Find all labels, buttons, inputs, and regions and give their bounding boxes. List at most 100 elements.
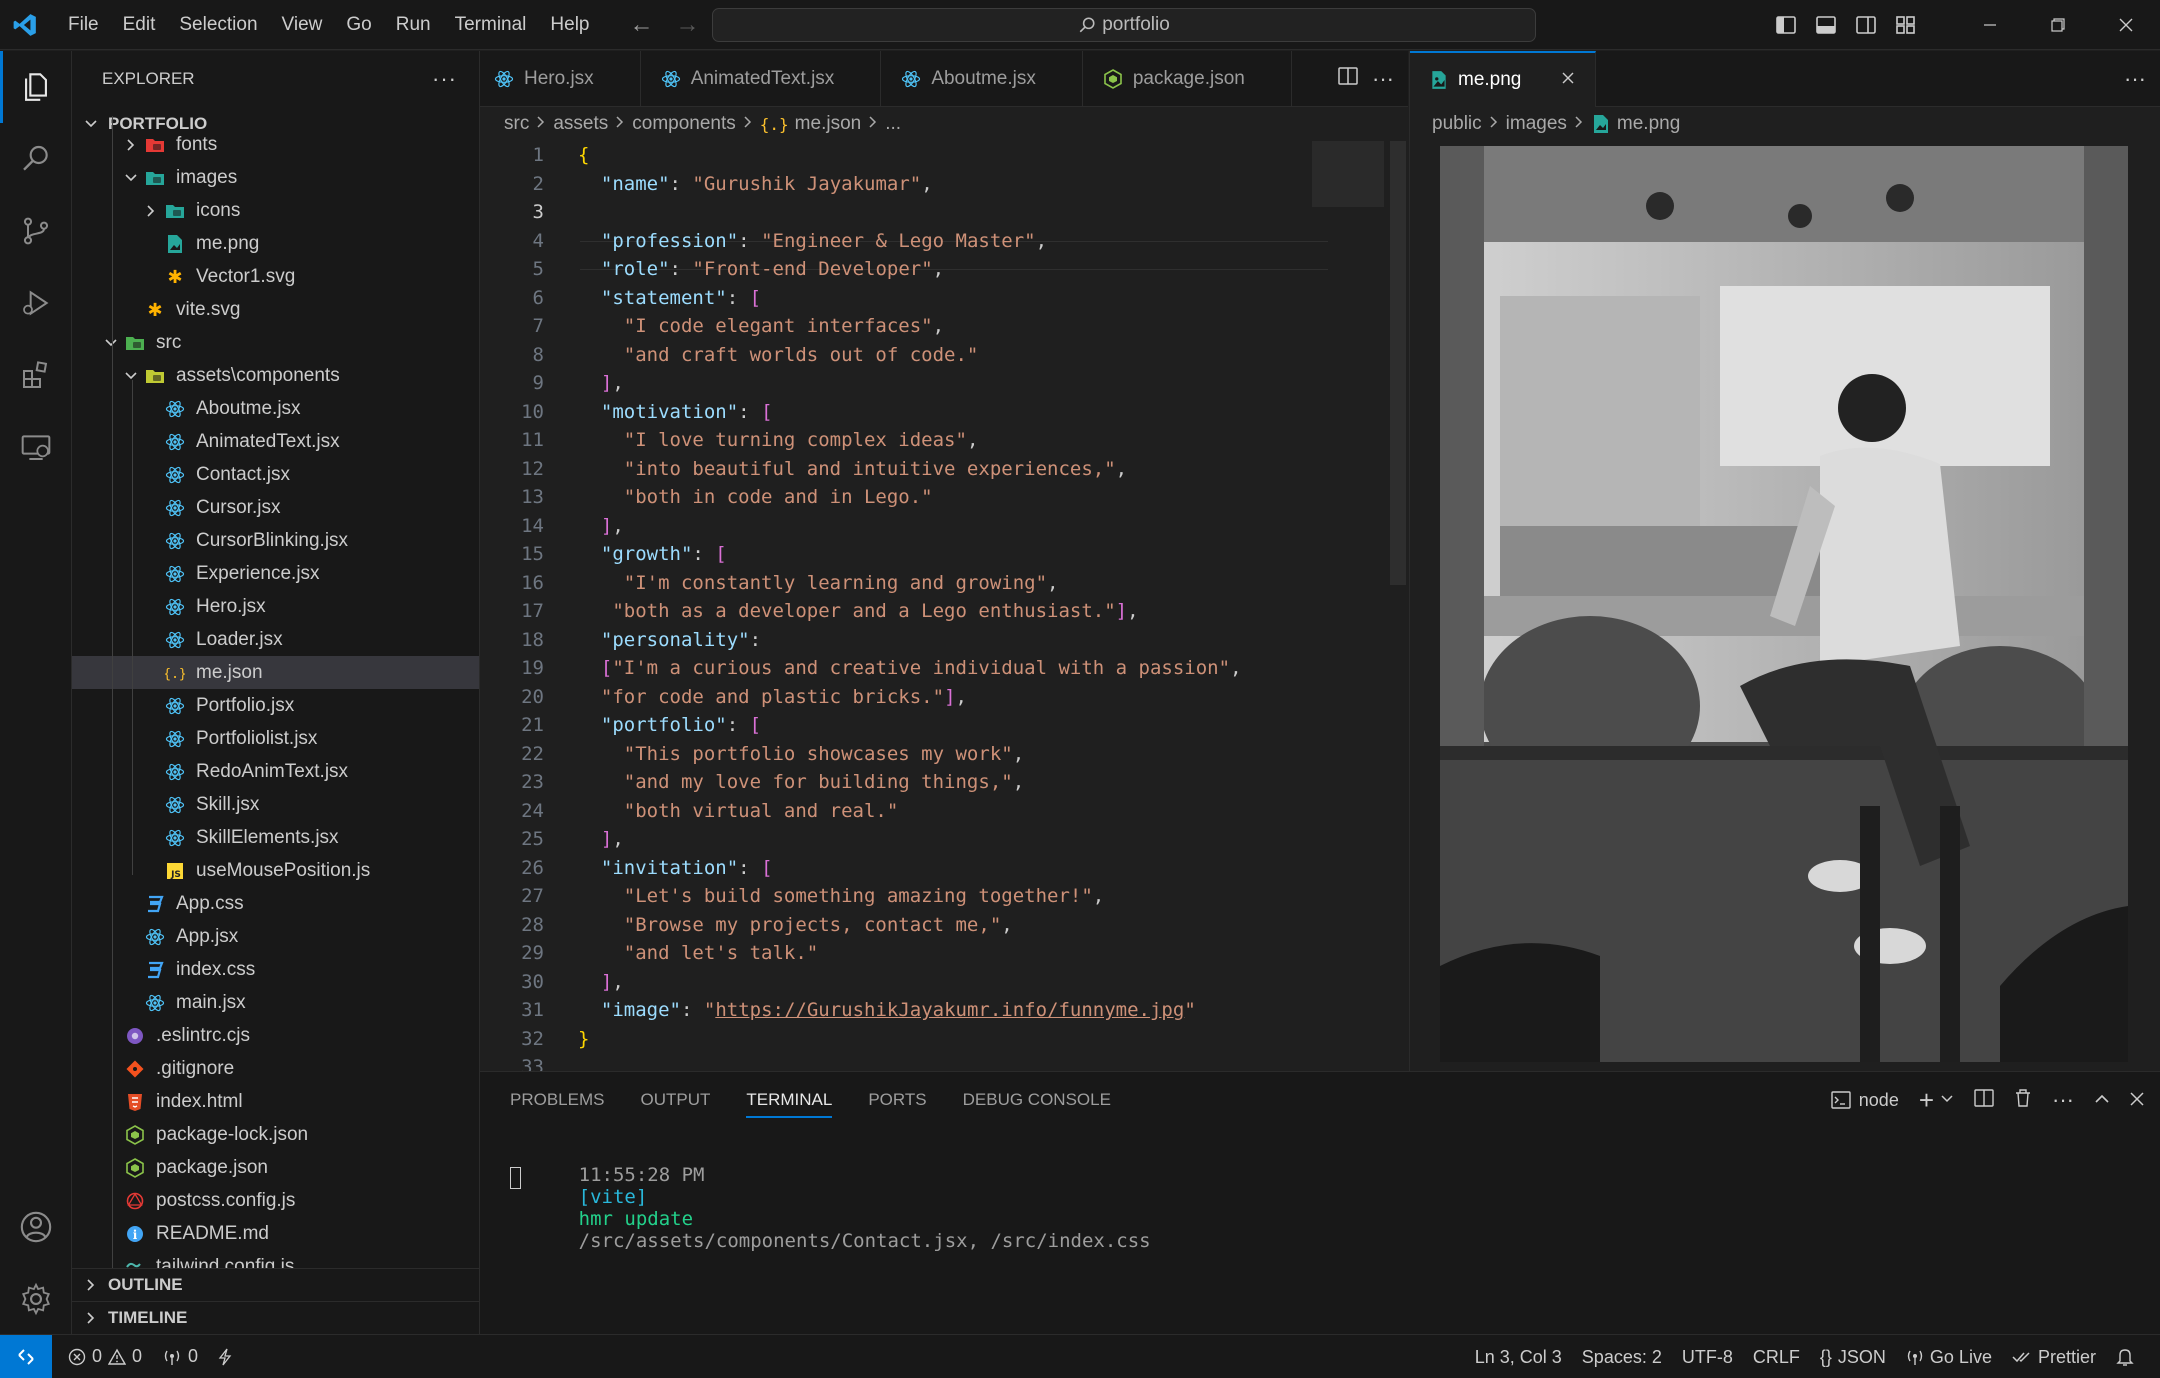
breadcrumb-item[interactable]: assets — [553, 113, 608, 135]
more-actions-icon[interactable]: ··· — [432, 66, 457, 92]
close-panel-icon[interactable] — [2130, 1090, 2144, 1111]
toggle-panel-icon[interactable] — [1806, 0, 1846, 50]
command-center-search[interactable]: portfolio — [712, 8, 1536, 42]
code-link[interactable]: https://GurushikJayakumr.info/funnyme.jp… — [715, 999, 1184, 1021]
menu-item-selection[interactable]: Selection — [167, 7, 269, 43]
close-tab-icon[interactable] — [1561, 69, 1575, 91]
maximize-panel-icon[interactable] — [2094, 1090, 2110, 1111]
toggle-primary-sidebar-icon[interactable] — [1766, 0, 1806, 50]
tree-file[interactable]: me.png — [72, 227, 479, 260]
chevron-down-icon[interactable] — [1940, 1090, 1954, 1111]
notifications-bell-icon[interactable] — [2106, 1347, 2144, 1367]
tab-animatedtext-jsx[interactable]: AnimatedText.jsx — [641, 51, 882, 107]
tab-package-json[interactable]: package.json — [1083, 51, 1292, 107]
menu-item-terminal[interactable]: Terminal — [443, 7, 539, 43]
editor-scrollbar[interactable] — [1390, 141, 1406, 585]
breadcrumb-item[interactable]: me.json — [795, 113, 862, 135]
restore-button[interactable] — [2024, 0, 2092, 50]
tree-folder[interactable]: src — [72, 326, 479, 359]
tree-file[interactable]: {.} me.json — [72, 656, 479, 689]
prettier-status[interactable]: Prettier — [2002, 1347, 2106, 1368]
split-terminal-icon[interactable] — [1974, 1088, 1994, 1112]
go-live-button[interactable]: Go Live — [1896, 1347, 2002, 1368]
panel-tab-terminal[interactable]: TERMINAL — [746, 1072, 832, 1128]
tree-folder[interactable]: images — [72, 161, 479, 194]
tree-file[interactable]: main.jsx — [72, 986, 479, 1019]
panel-tab-ports[interactable]: PORTS — [868, 1072, 926, 1128]
tree-file[interactable]: SkillElements.jsx — [72, 821, 479, 854]
tree-file[interactable]: Skill.jsx — [72, 788, 479, 821]
customize-layout-icon[interactable] — [1886, 0, 1926, 50]
toggle-secondary-sidebar-icon[interactable] — [1846, 0, 1886, 50]
menu-item-help[interactable]: Help — [538, 7, 601, 43]
split-editor-icon[interactable] — [1338, 67, 1358, 91]
timeline-section[interactable]: TIMELINE — [72, 1301, 479, 1334]
breadcrumb-item[interactable]: me.png — [1617, 113, 1680, 135]
tree-file[interactable]: CursorBlinking.jsx — [72, 524, 479, 557]
tree-file[interactable]: JS useMousePosition.js — [72, 854, 479, 887]
problems-status[interactable]: 0 0 — [58, 1346, 152, 1367]
tab-aboutme-jsx[interactable]: Aboutme.jsx — [881, 51, 1083, 107]
indentation[interactable]: Spaces: 2 — [1572, 1347, 1672, 1368]
tab-me-png[interactable]: me.png — [1410, 51, 1597, 107]
tree-file[interactable]: package.json — [72, 1151, 479, 1184]
more-actions-icon[interactable]: ··· — [2124, 66, 2146, 92]
breadcrumb-item[interactable]: ... — [885, 113, 901, 135]
accounts-icon[interactable] — [0, 1191, 72, 1263]
menu-item-view[interactable]: View — [270, 7, 335, 43]
language-mode[interactable]: {} JSON — [1810, 1347, 1896, 1368]
tree-file[interactable]: Portfolio.jsx — [72, 689, 479, 722]
breadcrumb-item[interactable]: images — [1506, 113, 1567, 135]
breadcrumb-item[interactable]: components — [632, 113, 736, 135]
more-actions-icon[interactable]: ··· — [2052, 1087, 2074, 1113]
breadcrumb-item[interactable]: src — [504, 113, 529, 135]
tree-file[interactable]: package-lock.json — [72, 1118, 479, 1151]
tree-file[interactable]: RedoAnimText.jsx — [72, 755, 479, 788]
remote-explorer-icon[interactable] — [0, 411, 72, 483]
tree-folder[interactable]: icons — [72, 194, 479, 227]
tree-file[interactable]: i README.md — [72, 1217, 479, 1250]
tree-folder[interactable]: assets\components — [72, 359, 479, 392]
extensions-icon[interactable] — [0, 339, 72, 411]
minimize-button[interactable] — [1956, 0, 2024, 50]
code-area[interactable]: 1{2 "name": "Gurushik Jayakumar", 3 4 "pro… — [480, 141, 1408, 1082]
ports-status[interactable]: 0 — [152, 1346, 208, 1367]
tree-file[interactable]: AnimatedText.jsx — [72, 425, 479, 458]
tree-file[interactable]: Contact.jsx — [72, 458, 479, 491]
tree-file[interactable]: ✱ vite.svg — [72, 293, 479, 326]
terminal-output[interactable]: 11:55:28 PM [vite] hmr update /src/asset… — [510, 1142, 1151, 1252]
menu-item-go[interactable]: Go — [334, 7, 383, 43]
remote-indicator-icon[interactable] — [0, 1334, 52, 1378]
menu-item-file[interactable]: File — [56, 7, 111, 43]
manage-gear-icon[interactable] — [0, 1263, 72, 1335]
explorer-icon[interactable] — [0, 51, 72, 123]
tree-file[interactable]: postcss.config.js — [72, 1184, 479, 1217]
tree-file[interactable]: Aboutme.jsx — [72, 392, 479, 425]
minimap[interactable] — [1312, 141, 1384, 207]
tree-file[interactable]: Experience.jsx — [72, 557, 479, 590]
outline-section[interactable]: OUTLINE — [72, 1268, 479, 1301]
run-debug-icon[interactable] — [0, 267, 72, 339]
tree-file[interactable]: index.css — [72, 953, 479, 986]
tree-file[interactable]: Hero.jsx — [72, 590, 479, 623]
tree-file[interactable]: App.jsx — [72, 920, 479, 953]
panel-tab-debug-console[interactable]: DEBUG CONSOLE — [963, 1072, 1111, 1128]
encoding[interactable]: UTF-8 — [1672, 1347, 1743, 1368]
panel-tab-problems[interactable]: PROBLEMS — [510, 1072, 604, 1128]
menu-item-edit[interactable]: Edit — [111, 7, 168, 43]
lightning-icon[interactable] — [208, 1348, 242, 1366]
new-terminal-icon[interactable]: + — [1919, 1085, 1934, 1116]
tree-file[interactable]: Portfoliolist.jsx — [72, 722, 479, 755]
cursor-position[interactable]: Ln 3, Col 3 — [1465, 1347, 1572, 1368]
terminal-instance[interactable]: node — [1831, 1090, 1899, 1111]
tree-file[interactable]: index.html — [72, 1085, 479, 1118]
tree-file[interactable]: ✱ Vector1.svg — [72, 260, 479, 293]
panel-tab-output[interactable]: OUTPUT — [640, 1072, 710, 1128]
tree-file[interactable]: .gitignore — [72, 1052, 479, 1085]
close-window-button[interactable] — [2092, 0, 2160, 50]
back-arrow-icon[interactable]: ← — [630, 11, 654, 39]
search-icon[interactable] — [0, 123, 72, 195]
menu-item-run[interactable]: Run — [384, 7, 443, 43]
tree-file[interactable]: .eslintrc.cjs — [72, 1019, 479, 1052]
tree-folder[interactable]: fonts — [72, 128, 479, 161]
